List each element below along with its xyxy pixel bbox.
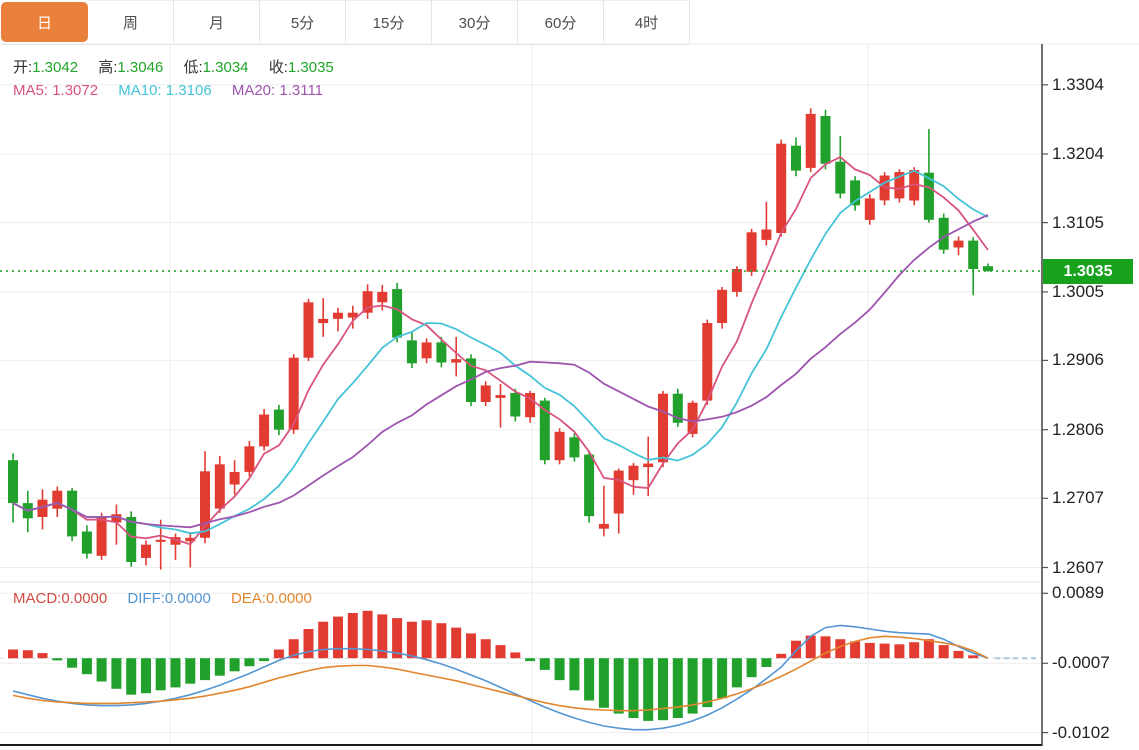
price-axis-label: 1.2707 <box>1052 488 1104 508</box>
low-value: 1.3034 <box>203 59 249 76</box>
high-value: 1.3046 <box>117 59 163 76</box>
ma5-line <box>13 157 988 544</box>
macd-axis-label: 0.0089 <box>1052 583 1104 603</box>
open-value: 1.3042 <box>32 59 78 76</box>
macd-axis-label: -0.0007 <box>1052 653 1110 673</box>
price-axis-label: 1.2906 <box>1052 350 1104 370</box>
price-axis-label: 1.3204 <box>1052 144 1104 164</box>
price-axis-label: 1.3005 <box>1052 282 1104 302</box>
dea-value-readout: DEA:0.0000 <box>231 590 312 607</box>
price-axis-label: 1.3105 <box>1052 213 1104 233</box>
ma5-readout: MA5: 1.3072 <box>13 82 98 99</box>
tab-60min[interactable]: 60分 <box>518 0 604 43</box>
timeframe-tabs: 日周月5分15分30分60分4时 <box>0 0 690 45</box>
high-label: 高: <box>98 59 117 76</box>
tab-month[interactable]: 月 <box>174 0 260 43</box>
close-label: 收: <box>269 59 288 76</box>
diff-value-readout: DIFF:0.0000 <box>127 590 210 607</box>
price-axis-label: 1.3304 <box>1052 75 1104 95</box>
ma10-line <box>13 171 988 534</box>
tab-15min[interactable]: 15分 <box>346 0 432 43</box>
tab-week[interactable]: 周 <box>88 0 174 43</box>
ma10-readout: MA10: 1.3106 <box>118 82 211 99</box>
tab-4hour[interactable]: 4时 <box>604 0 690 43</box>
tab-30min[interactable]: 30分 <box>432 0 518 43</box>
low-label: 低: <box>183 59 202 76</box>
tab-day[interactable]: 日 <box>1 2 88 42</box>
tab-5min[interactable]: 5分 <box>260 0 346 43</box>
macd-readout: MACD:0.0000 DIFF:0.0000 DEA:0.0000 <box>13 590 328 607</box>
ohlc-readout: 开:1.3042 高:1.3046 低:1.3034 收:1.3035 <box>13 56 350 77</box>
current-price-badge: 1.3035 <box>1043 259 1133 284</box>
candles-layer <box>8 108 993 569</box>
macd-value-readout: MACD:0.0000 <box>13 590 107 607</box>
price-axis-label: 1.2806 <box>1052 420 1104 440</box>
chart-canvas[interactable] <box>0 0 1139 750</box>
open-label: 开: <box>13 59 32 76</box>
ma20-line <box>13 215 988 527</box>
price-axis-label: 1.2607 <box>1052 558 1104 578</box>
trading-chart-app: 日周月5分15分30分60分4时 开:1.3042 高:1.3046 低:1.3… <box>0 0 1139 750</box>
ma20-readout: MA20: 1.3111 <box>232 82 323 99</box>
ma-readout: MA5: 1.3072 MA10: 1.3106 MA20: 1.3111 <box>13 82 339 99</box>
close-value: 1.3035 <box>288 59 334 76</box>
macd-axis-label: -0.0102 <box>1052 723 1110 743</box>
